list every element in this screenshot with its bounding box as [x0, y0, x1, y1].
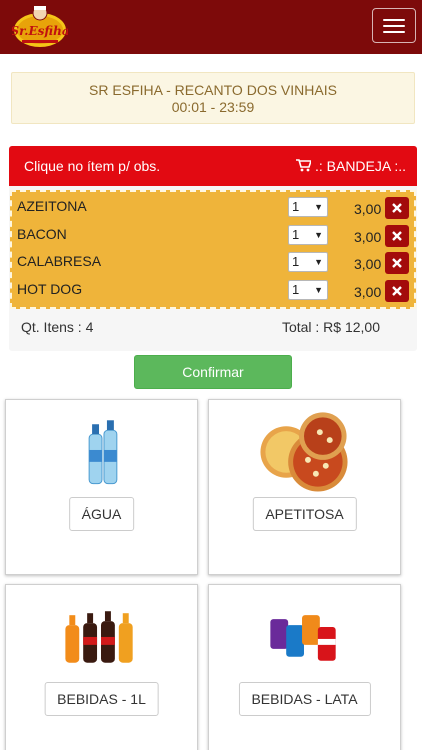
menu-toggle-button[interactable]: [372, 8, 416, 43]
order-total: Total : R$ 12,00: [281, 319, 380, 335]
remove-item-button[interactable]: [385, 197, 409, 219]
quantity-select[interactable]: 1 ▼: [288, 197, 328, 217]
tray-items-list: AZEITONA 1 ▼ 3,00 BACON 1 ▼ 3,00 CALABRESA…: [10, 190, 416, 309]
store-info-box: SR ESFIHA - RECANTO DOS VINHAIS 00:01 - …: [11, 72, 415, 124]
tray-item-row[interactable]: HOT DOG 1 ▼ 3,00: [12, 276, 414, 303]
chevron-down-icon: ▼: [314, 257, 323, 267]
item-name[interactable]: CALABRESA: [17, 253, 101, 269]
item-price: 3,00: [354, 284, 382, 300]
item-count: Qt. Itens : 4: [21, 319, 94, 335]
soda-cans-image: [270, 615, 336, 661]
item-price: 3,00: [354, 256, 382, 272]
remove-item-button[interactable]: [385, 252, 409, 274]
close-icon: [392, 258, 402, 268]
quantity-value: 1: [292, 199, 300, 214]
chevron-down-icon: ▼: [314, 230, 323, 240]
category-card-agua[interactable]: ÁGUA: [5, 399, 198, 575]
sr-esfiha-logo[interactable]: Sr.Esfiha: [10, 4, 70, 50]
chevron-down-icon: ▼: [314, 285, 323, 295]
tray-hint: Clique no ítem p/ obs.: [24, 158, 161, 174]
hamburger-icon: [383, 19, 405, 21]
confirm-button[interactable]: Confirmar: [134, 355, 292, 389]
quantity-value: 1: [292, 227, 300, 242]
cart-icon: [295, 159, 311, 172]
tray-header: Clique no ítem p/ obs. .: BANDEJA :..: [9, 146, 417, 186]
remove-item-button[interactable]: [385, 225, 409, 247]
category-card-bebidas-1l[interactable]: BEBIDAS - 1L: [5, 584, 198, 750]
category-button-agua[interactable]: ÁGUA: [68, 497, 135, 531]
quantity-value: 1: [292, 282, 300, 297]
close-icon: [392, 231, 402, 241]
hamburger-icon-bar: [383, 31, 405, 33]
pizza-image: [260, 412, 348, 492]
tray-item-row[interactable]: BACON 1 ▼ 3,00: [12, 221, 414, 248]
remove-item-button[interactable]: [385, 280, 409, 302]
store-name: SR ESFIHA - RECANTO DOS VINHAIS: [89, 82, 337, 98]
quantity-select[interactable]: 1 ▼: [288, 252, 328, 272]
category-card-bebidas-lata[interactable]: BEBIDAS - LATA: [208, 584, 401, 750]
item-name[interactable]: AZEITONA: [17, 198, 87, 214]
tray-label-text: .: BANDEJA :..: [314, 158, 406, 174]
close-icon: [392, 286, 402, 296]
store-hours: 00:01 - 23:59: [171, 99, 255, 115]
quantity-value: 1: [292, 254, 300, 269]
category-button-apetitosa[interactable]: APETITOSA: [252, 497, 357, 531]
tray-item-row[interactable]: CALABRESA 1 ▼ 3,00: [12, 248, 414, 275]
chevron-down-icon: ▼: [314, 202, 323, 212]
top-navbar: Sr.Esfiha: [0, 0, 422, 54]
category-button-bebidas-1l[interactable]: BEBIDAS - 1L: [44, 682, 159, 716]
soda-bottles-image: [65, 611, 133, 663]
tray-panel: Clique no ítem p/ obs. .: BANDEJA :.. AZ…: [9, 146, 417, 351]
category-button-bebidas-lata[interactable]: BEBIDAS - LATA: [238, 682, 371, 716]
close-icon: [392, 203, 402, 213]
item-name[interactable]: HOT DOG: [17, 281, 82, 297]
category-card-apetitosa[interactable]: APETITOSA: [208, 399, 401, 575]
logo-text: Sr.Esfiha: [12, 24, 68, 38]
tray-label: .: BANDEJA :..: [295, 158, 406, 174]
quantity-select[interactable]: 1 ▼: [288, 280, 328, 300]
item-price: 3,00: [354, 201, 382, 217]
water-bottles-image: [88, 420, 118, 485]
hamburger-icon-bar: [383, 25, 405, 27]
tray-item-row[interactable]: AZEITONA 1 ▼ 3,00: [12, 193, 414, 220]
item-price: 3,00: [354, 229, 382, 245]
quantity-select[interactable]: 1 ▼: [288, 225, 328, 245]
item-name[interactable]: BACON: [17, 226, 67, 242]
